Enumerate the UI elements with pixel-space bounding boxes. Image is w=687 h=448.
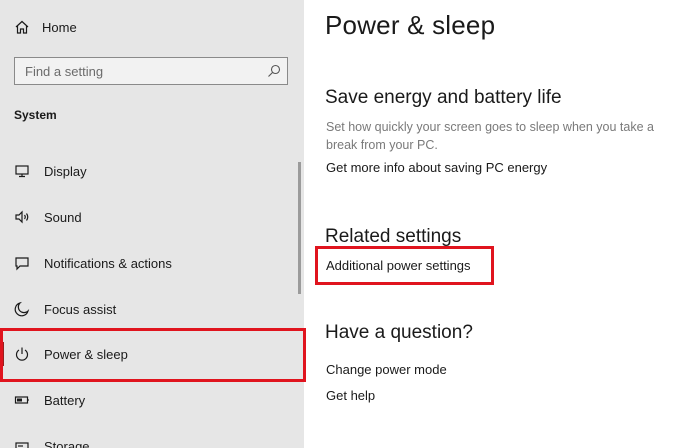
additional-power-settings-link[interactable]: Additional power settings [326, 258, 471, 273]
power-icon [13, 345, 31, 363]
message-icon [13, 254, 31, 272]
main-content: Power & sleep Save energy and battery li… [304, 0, 687, 448]
monitor-icon [13, 162, 31, 180]
save-energy-description: Set how quickly your screen goes to slee… [326, 120, 654, 152]
sidebar-item-battery[interactable]: Battery [0, 378, 300, 422]
sidebar: Home System Display Sound Notifications … [0, 0, 304, 448]
sidebar-item-label: Focus assist [44, 301, 117, 317]
sidebar-item-label: Storage [44, 438, 90, 448]
sidebar-item-storage[interactable]: Storage [0, 424, 300, 448]
sidebar-item-label: Notifications & actions [44, 255, 172, 271]
related-settings-heading: Related settings [325, 226, 462, 247]
search-box[interactable] [14, 57, 288, 85]
sidebar-item-power-sleep[interactable]: Power & sleep [0, 332, 300, 376]
sidebar-item-notifications[interactable]: Notifications & actions [0, 241, 300, 285]
sidebar-item-display[interactable]: Display [0, 149, 300, 193]
sidebar-item-sound[interactable]: Sound [0, 195, 300, 239]
search-icon[interactable] [267, 64, 281, 78]
page-title: Power & sleep [325, 10, 496, 40]
sidebar-item-label: Power & sleep [44, 346, 128, 362]
sidebar-item-focus-assist[interactable]: Focus assist [0, 287, 300, 331]
home-icon [15, 20, 29, 34]
get-help-link[interactable]: Get help [326, 388, 375, 403]
scrollbar[interactable] [298, 162, 301, 294]
storage-icon [13, 437, 31, 448]
search-input[interactable] [15, 58, 265, 84]
sidebar-item-label: Display [44, 163, 87, 179]
have-a-question-heading: Have a question? [325, 322, 473, 343]
save-energy-info-link[interactable]: Get more info about saving PC energy [326, 160, 547, 175]
save-energy-heading: Save energy and battery life [325, 87, 562, 108]
sidebar-item-label: Battery [44, 392, 86, 408]
home-nav-item[interactable]: Home [14, 16, 77, 38]
battery-icon [13, 391, 31, 409]
section-title: System [14, 108, 57, 122]
speaker-icon [13, 208, 31, 226]
moon-icon [13, 300, 31, 318]
home-label: Home [42, 19, 77, 35]
change-power-mode-link[interactable]: Change power mode [326, 362, 447, 377]
sidebar-item-label: Sound [44, 209, 82, 225]
